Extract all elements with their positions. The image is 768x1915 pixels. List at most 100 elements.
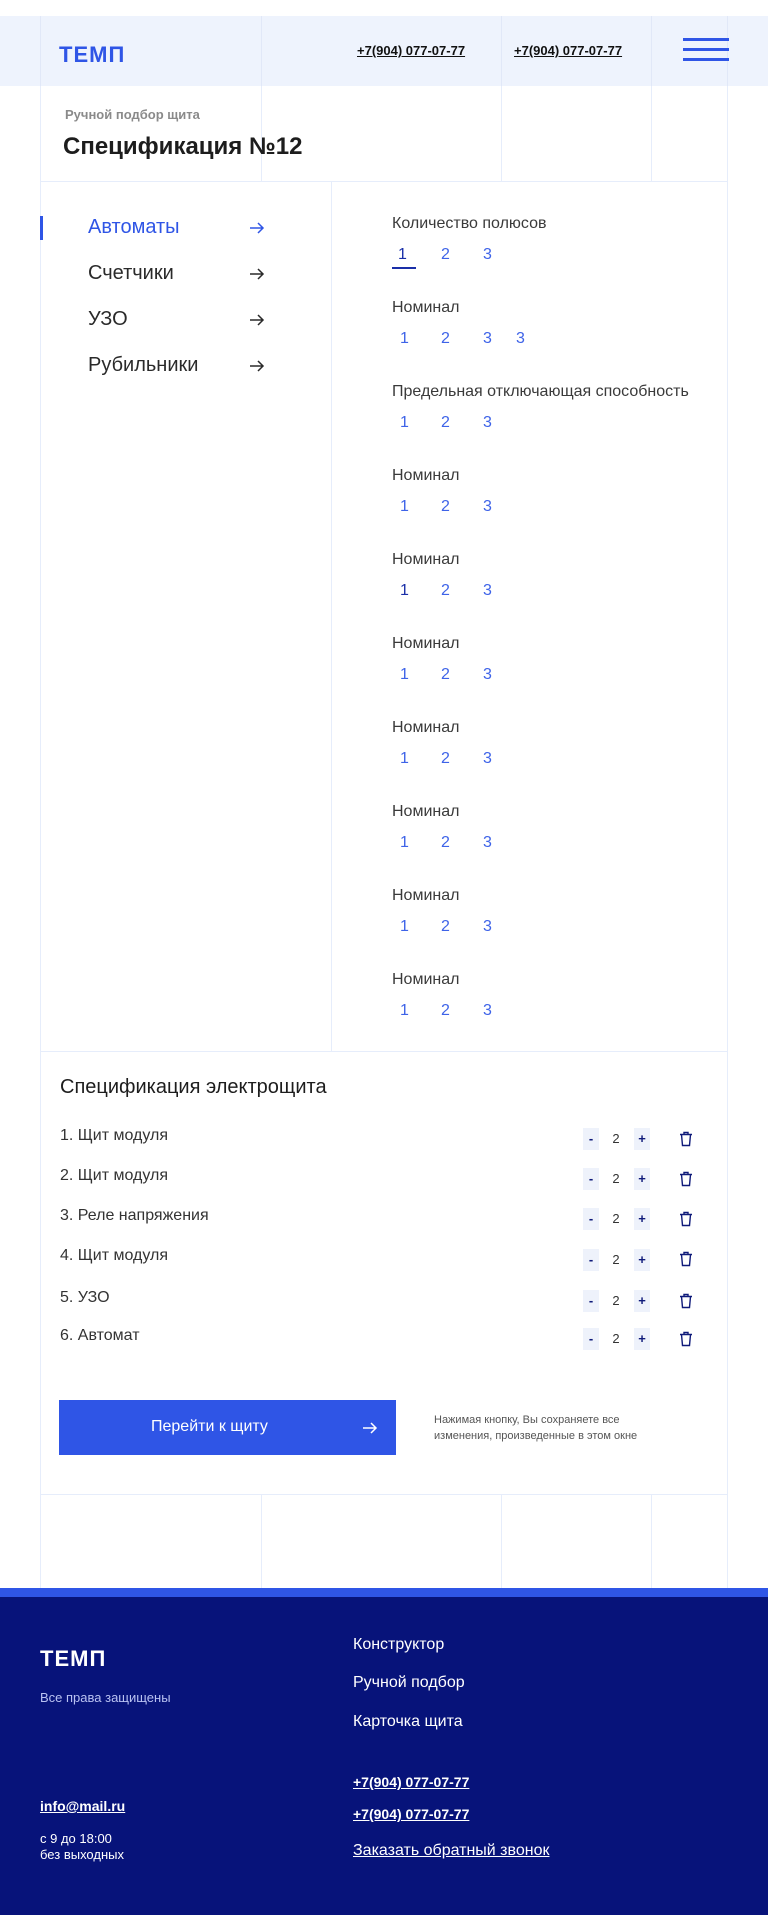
quantity-value[interactable]: 2 xyxy=(603,1328,629,1350)
arrow-right-icon xyxy=(250,314,265,326)
filter-option[interactable]: 1 xyxy=(400,414,409,432)
grid-line xyxy=(651,1494,652,1588)
sidebar-item-label: Счетчики xyxy=(88,262,174,284)
sidebar-item-rubilniki[interactable]: Рубильники xyxy=(88,354,278,382)
quantity-value[interactable]: 2 xyxy=(603,1168,629,1190)
trash-icon[interactable] xyxy=(679,1131,693,1147)
quantity-value[interactable]: 2 xyxy=(603,1208,629,1230)
filter-option[interactable]: 1 xyxy=(400,330,409,348)
filter-label: Предельная отключающая способность xyxy=(392,383,689,400)
filter-option[interactable]: 2 xyxy=(441,750,450,768)
footer-logo[interactable]: ТЕМП xyxy=(40,1646,106,1672)
filter-option[interactable]: 3 xyxy=(483,246,492,264)
arrow-right-icon xyxy=(250,222,265,234)
filter-option[interactable]: 3 xyxy=(483,414,492,432)
trash-icon[interactable] xyxy=(679,1331,693,1347)
filter-option[interactable]: 3 xyxy=(483,918,492,936)
filter-option[interactable]: 2 xyxy=(441,498,450,516)
footer-nav-kartochka-shchita[interactable]: Карточка щита xyxy=(353,1713,463,1731)
trash-icon[interactable] xyxy=(679,1251,693,1267)
increase-button[interactable]: + xyxy=(634,1249,650,1271)
decrease-button[interactable]: - xyxy=(583,1128,599,1150)
spec-item-name: 6. Автомат xyxy=(60,1327,140,1344)
save-note: Нажимая кнопку, Вы сохраняете все измене… xyxy=(434,1414,638,1442)
filter-option[interactable]: 1 xyxy=(398,246,407,264)
grid-line xyxy=(501,16,502,86)
filter-option[interactable]: 2 xyxy=(441,246,450,264)
filter-label: Номинал xyxy=(392,803,460,820)
grid-line xyxy=(40,1494,728,1495)
sidebar-item-avtomaty[interactable]: Автоматы xyxy=(88,216,278,244)
filter-option[interactable]: 1 xyxy=(400,582,409,600)
trash-icon[interactable] xyxy=(679,1293,693,1309)
filter-option[interactable]: 2 xyxy=(441,582,450,600)
footer-email[interactable]: info@mail.ru xyxy=(40,1798,125,1814)
decrease-button[interactable]: - xyxy=(583,1328,599,1350)
footer-phone-1[interactable]: +7(904) 077-07-77 xyxy=(353,1774,469,1790)
decrease-button[interactable]: - xyxy=(583,1249,599,1271)
footer-nav-konstruktor[interactable]: Конструктор xyxy=(353,1636,444,1654)
filter-option[interactable]: 2 xyxy=(441,918,450,936)
quantity-stepper: - 2 + xyxy=(583,1208,650,1230)
go-to-shield-button[interactable]: Перейти к щиту xyxy=(59,1400,396,1455)
burger-menu-icon[interactable] xyxy=(683,38,729,62)
filter-option[interactable]: 1 xyxy=(400,1002,409,1020)
footer-phone-2[interactable]: +7(904) 077-07-77 xyxy=(353,1806,469,1822)
sidebar-item-label: УЗО xyxy=(88,308,128,330)
breadcrumb[interactable]: Ручной подбор щита xyxy=(65,107,200,122)
sidebar-item-schetchiki[interactable]: Счетчики xyxy=(88,262,278,290)
filter-option[interactable]: 1 xyxy=(400,750,409,768)
increase-button[interactable]: + xyxy=(634,1208,650,1230)
grid-line xyxy=(261,1494,262,1588)
filter-option[interactable]: 3 xyxy=(483,582,492,600)
filter-option[interactable]: 3 xyxy=(483,750,492,768)
filter-option[interactable]: 3 xyxy=(483,498,492,516)
filter-option[interactable]: 2 xyxy=(441,1002,450,1020)
filter-option[interactable]: 3 xyxy=(516,330,525,348)
increase-button[interactable]: + xyxy=(634,1128,650,1150)
callback-link[interactable]: Заказать обратный звонок xyxy=(353,1842,549,1860)
quantity-stepper: - 2 + xyxy=(583,1290,650,1312)
increase-button[interactable]: + xyxy=(634,1328,650,1350)
decrease-button[interactable]: - xyxy=(583,1168,599,1190)
filter-option[interactable]: 3 xyxy=(483,1002,492,1020)
header-phone-1[interactable]: +7(904) 077-07-77 xyxy=(357,43,465,58)
quantity-stepper: - 2 + xyxy=(583,1128,650,1150)
filter-label: Номинал xyxy=(392,467,460,484)
spec-title: Спецификация электрощита xyxy=(60,1076,327,1098)
decrease-button[interactable]: - xyxy=(583,1208,599,1230)
filter-option[interactable]: 1 xyxy=(400,834,409,852)
filter-label: Номинал xyxy=(392,299,460,316)
filter-label: Номинал xyxy=(392,551,460,568)
grid-line xyxy=(727,16,728,1588)
filter-option[interactable]: 2 xyxy=(441,414,450,432)
filter-option[interactable]: 2 xyxy=(441,330,450,348)
quantity-value[interactable]: 2 xyxy=(603,1128,629,1150)
quantity-value[interactable]: 2 xyxy=(603,1249,629,1271)
sidebar-item-uzo[interactable]: УЗО xyxy=(88,308,278,336)
decrease-button[interactable]: - xyxy=(583,1290,599,1312)
site-logo[interactable]: ТЕМП xyxy=(59,42,125,68)
trash-icon[interactable] xyxy=(679,1171,693,1187)
filter-option[interactable]: 2 xyxy=(441,834,450,852)
quantity-stepper: - 2 + xyxy=(583,1249,650,1271)
filter-option[interactable]: 3 xyxy=(483,666,492,684)
filter-option[interactable]: 3 xyxy=(483,330,492,348)
grid-line xyxy=(40,1051,728,1052)
filter-option[interactable]: 1 xyxy=(400,918,409,936)
sidebar-item-label: Автоматы xyxy=(88,216,180,238)
header-phone-2[interactable]: +7(904) 077-07-77 xyxy=(514,43,622,58)
filter-option[interactable]: 1 xyxy=(400,498,409,516)
filter-option[interactable]: 3 xyxy=(483,834,492,852)
footer-hours-note: без выходных xyxy=(40,1847,124,1862)
grid-line xyxy=(40,16,41,86)
increase-button[interactable]: + xyxy=(634,1290,650,1312)
increase-button[interactable]: + xyxy=(634,1168,650,1190)
spec-item-name: 3. Реле напряжения xyxy=(60,1207,209,1224)
trash-icon[interactable] xyxy=(679,1211,693,1227)
filter-option[interactable]: 1 xyxy=(400,666,409,684)
footer-nav-ruchnoy-podbor[interactable]: Ручной подбор xyxy=(353,1674,465,1692)
quantity-value[interactable]: 2 xyxy=(603,1290,629,1312)
filter-option[interactable]: 2 xyxy=(441,666,450,684)
quantity-stepper: - 2 + xyxy=(583,1168,650,1190)
